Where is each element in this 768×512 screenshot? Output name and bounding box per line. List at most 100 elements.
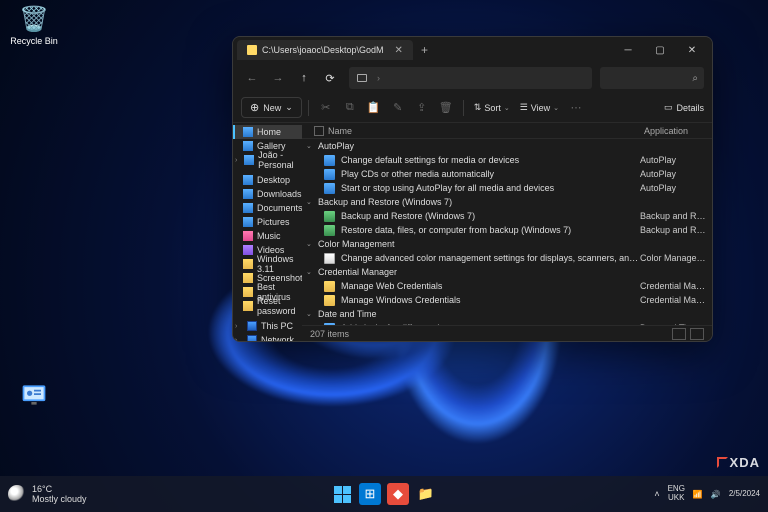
- column-name[interactable]: Name: [328, 126, 352, 136]
- collapse-icon: ⌄: [306, 268, 314, 276]
- view-mode-tiles[interactable]: [690, 328, 704, 340]
- start-button[interactable]: [331, 483, 353, 505]
- close-tab-icon[interactable]: ✕: [395, 45, 403, 56]
- search-icon: ⌕: [692, 73, 698, 84]
- list-item[interactable]: Restore data, files, or computer from ba…: [302, 223, 712, 237]
- sidebar-item-label: Downloads: [257, 189, 302, 199]
- address-bar[interactable]: ›: [349, 67, 592, 89]
- weather-temp: 16°C: [32, 484, 87, 494]
- sidebar-item-label: Windows 3.11: [257, 254, 298, 274]
- sidebar-item-this-pc[interactable]: ›This PC: [233, 319, 302, 333]
- taskbar[interactable]: 16°C Mostly cloudy ⊞ ◆ 📁 ˄ ENG UKK 📶 🔊 2…: [0, 476, 768, 512]
- taskbar-app-browser[interactable]: ◆: [387, 483, 409, 505]
- sidebar-item-label: Desktop: [257, 175, 290, 185]
- folder-icon: [243, 203, 253, 213]
- chevron-down-icon: ⌄: [285, 102, 293, 113]
- group-header[interactable]: ⌄Date and Time: [302, 307, 712, 321]
- tray-overflow[interactable]: ˄: [654, 489, 659, 499]
- sidebar-item-label: Documents: [257, 203, 302, 213]
- taskbar-app-store[interactable]: ⊞: [359, 483, 381, 505]
- sidebar-item-network[interactable]: ›Network: [233, 333, 302, 341]
- folder-icon: [243, 273, 253, 283]
- maximize-button[interactable]: ▢: [644, 45, 676, 56]
- sidebar-item-reset-password[interactable]: Reset password: [233, 299, 302, 313]
- desktop-icon-recycle-bin[interactable]: 🗑️ Recycle Bin: [6, 4, 62, 46]
- sidebar-item-label: Music: [257, 231, 281, 241]
- language-indicator[interactable]: ENG UKK: [668, 485, 685, 503]
- view-menu[interactable]: ☰View⌄: [516, 102, 563, 113]
- desktop-icon-control-panel[interactable]: [6, 380, 62, 412]
- new-button[interactable]: ⊕ New ⌄: [241, 97, 302, 118]
- details-pane-button[interactable]: ▭ Details: [664, 102, 704, 113]
- list-item[interactable]: Change advanced color management setting…: [302, 251, 712, 265]
- details-icon: ▭: [664, 102, 673, 113]
- search-box[interactable]: ⌕: [600, 67, 704, 89]
- item-icon: [324, 183, 335, 194]
- sidebar-item-jo-o-personal[interactable]: ›João - Personal: [233, 153, 302, 167]
- system-tray: ˄ ENG UKK 📶 🔊 2/5/2024: [654, 485, 760, 503]
- folder-icon: [243, 189, 253, 199]
- group-header[interactable]: ⌄Color Management: [302, 237, 712, 251]
- sort-menu[interactable]: ⇅Sort⌄: [470, 102, 514, 113]
- list-item[interactable]: Manage Windows CredentialsCredential Man…: [302, 293, 712, 307]
- item-icon: [324, 225, 335, 236]
- share-button[interactable]: ⇪: [411, 97, 433, 119]
- file-list[interactable]: ⌄AutoPlayChange default settings for med…: [302, 139, 712, 325]
- paste-button[interactable]: 📋: [363, 97, 385, 119]
- list-item[interactable]: Manage Web CredentialsCredential Manager: [302, 279, 712, 293]
- item-description: AutoPlay: [640, 169, 708, 179]
- plus-icon: ⊕: [250, 101, 259, 114]
- new-tab-button[interactable]: +: [421, 43, 428, 57]
- column-headers[interactable]: Name Application: [302, 123, 712, 139]
- volume-icon[interactable]: 🔊: [711, 490, 721, 499]
- item-name: Manage Web Credentials: [341, 281, 640, 291]
- view-mode-details[interactable]: [672, 328, 686, 340]
- folder-icon: [247, 335, 257, 341]
- group-name: Date and Time: [318, 309, 377, 319]
- refresh-button[interactable]: ⟳: [319, 67, 341, 89]
- folder-icon: [243, 141, 253, 151]
- window-tab[interactable]: C:\Users\joaoc\Desktop\GodM ✕: [237, 40, 413, 60]
- group-header[interactable]: ⌄Credential Manager: [302, 265, 712, 279]
- wifi-icon[interactable]: 📶: [693, 490, 703, 499]
- list-item[interactable]: Start or stop using AutoPlay for all med…: [302, 181, 712, 195]
- sidebar-item-label: This PC: [261, 321, 293, 331]
- copy-button[interactable]: ⧉: [339, 97, 361, 119]
- column-description[interactable]: Application: [644, 126, 712, 136]
- folder-icon: [243, 217, 253, 227]
- taskbar-app-explorer[interactable]: 📁: [415, 483, 437, 505]
- list-item[interactable]: Backup and Restore (Windows 7)Backup and…: [302, 209, 712, 223]
- up-button[interactable]: ↑: [293, 67, 315, 89]
- sidebar-item-downloads[interactable]: Downloads: [233, 187, 302, 201]
- list-item[interactable]: Change default settings for media or dev…: [302, 153, 712, 167]
- sidebar-item-documents[interactable]: Documents: [233, 201, 302, 215]
- collapse-icon: ⌄: [306, 142, 314, 150]
- clock[interactable]: 2/5/2024: [729, 490, 760, 499]
- toolbar: ⊕ New ⌄ ✂ ⧉ 📋 ✎ ⇪ 🗑 ⇅Sort⌄ ☰View⌄ ⋯ ▭ De…: [233, 93, 712, 123]
- sidebar-item-home[interactable]: Home: [233, 125, 302, 139]
- forward-button[interactable]: →: [267, 67, 289, 89]
- sidebar-item-desktop[interactable]: Desktop: [233, 173, 302, 187]
- rename-button[interactable]: ✎: [387, 97, 409, 119]
- more-button[interactable]: ⋯: [565, 97, 587, 119]
- folder-icon: [244, 155, 254, 165]
- close-button[interactable]: ✕: [676, 45, 708, 56]
- sidebar-item-windows-3-11[interactable]: Windows 3.11: [233, 257, 302, 271]
- sidebar-item-pictures[interactable]: Pictures: [233, 215, 302, 229]
- item-description: AutoPlay: [640, 183, 708, 193]
- folder-icon: [243, 245, 253, 255]
- sidebar-item-music[interactable]: Music: [233, 229, 302, 243]
- sidebar-item-label: Home: [257, 127, 281, 137]
- folder-icon: [243, 301, 253, 311]
- delete-button[interactable]: 🗑: [435, 97, 457, 119]
- weather-widget[interactable]: 16°C Mostly cloudy: [8, 484, 87, 504]
- group-header[interactable]: ⌄AutoPlay: [302, 139, 712, 153]
- cut-button[interactable]: ✂: [315, 97, 337, 119]
- item-description: Credential Manager: [640, 295, 708, 305]
- list-item[interactable]: Play CDs or other media automaticallyAut…: [302, 167, 712, 181]
- folder-icon: [247, 45, 257, 55]
- item-name: Start or stop using AutoPlay for all med…: [341, 183, 640, 193]
- minimize-button[interactable]: ─: [612, 45, 644, 56]
- group-header[interactable]: ⌄Backup and Restore (Windows 7): [302, 195, 712, 209]
- back-button[interactable]: ←: [241, 67, 263, 89]
